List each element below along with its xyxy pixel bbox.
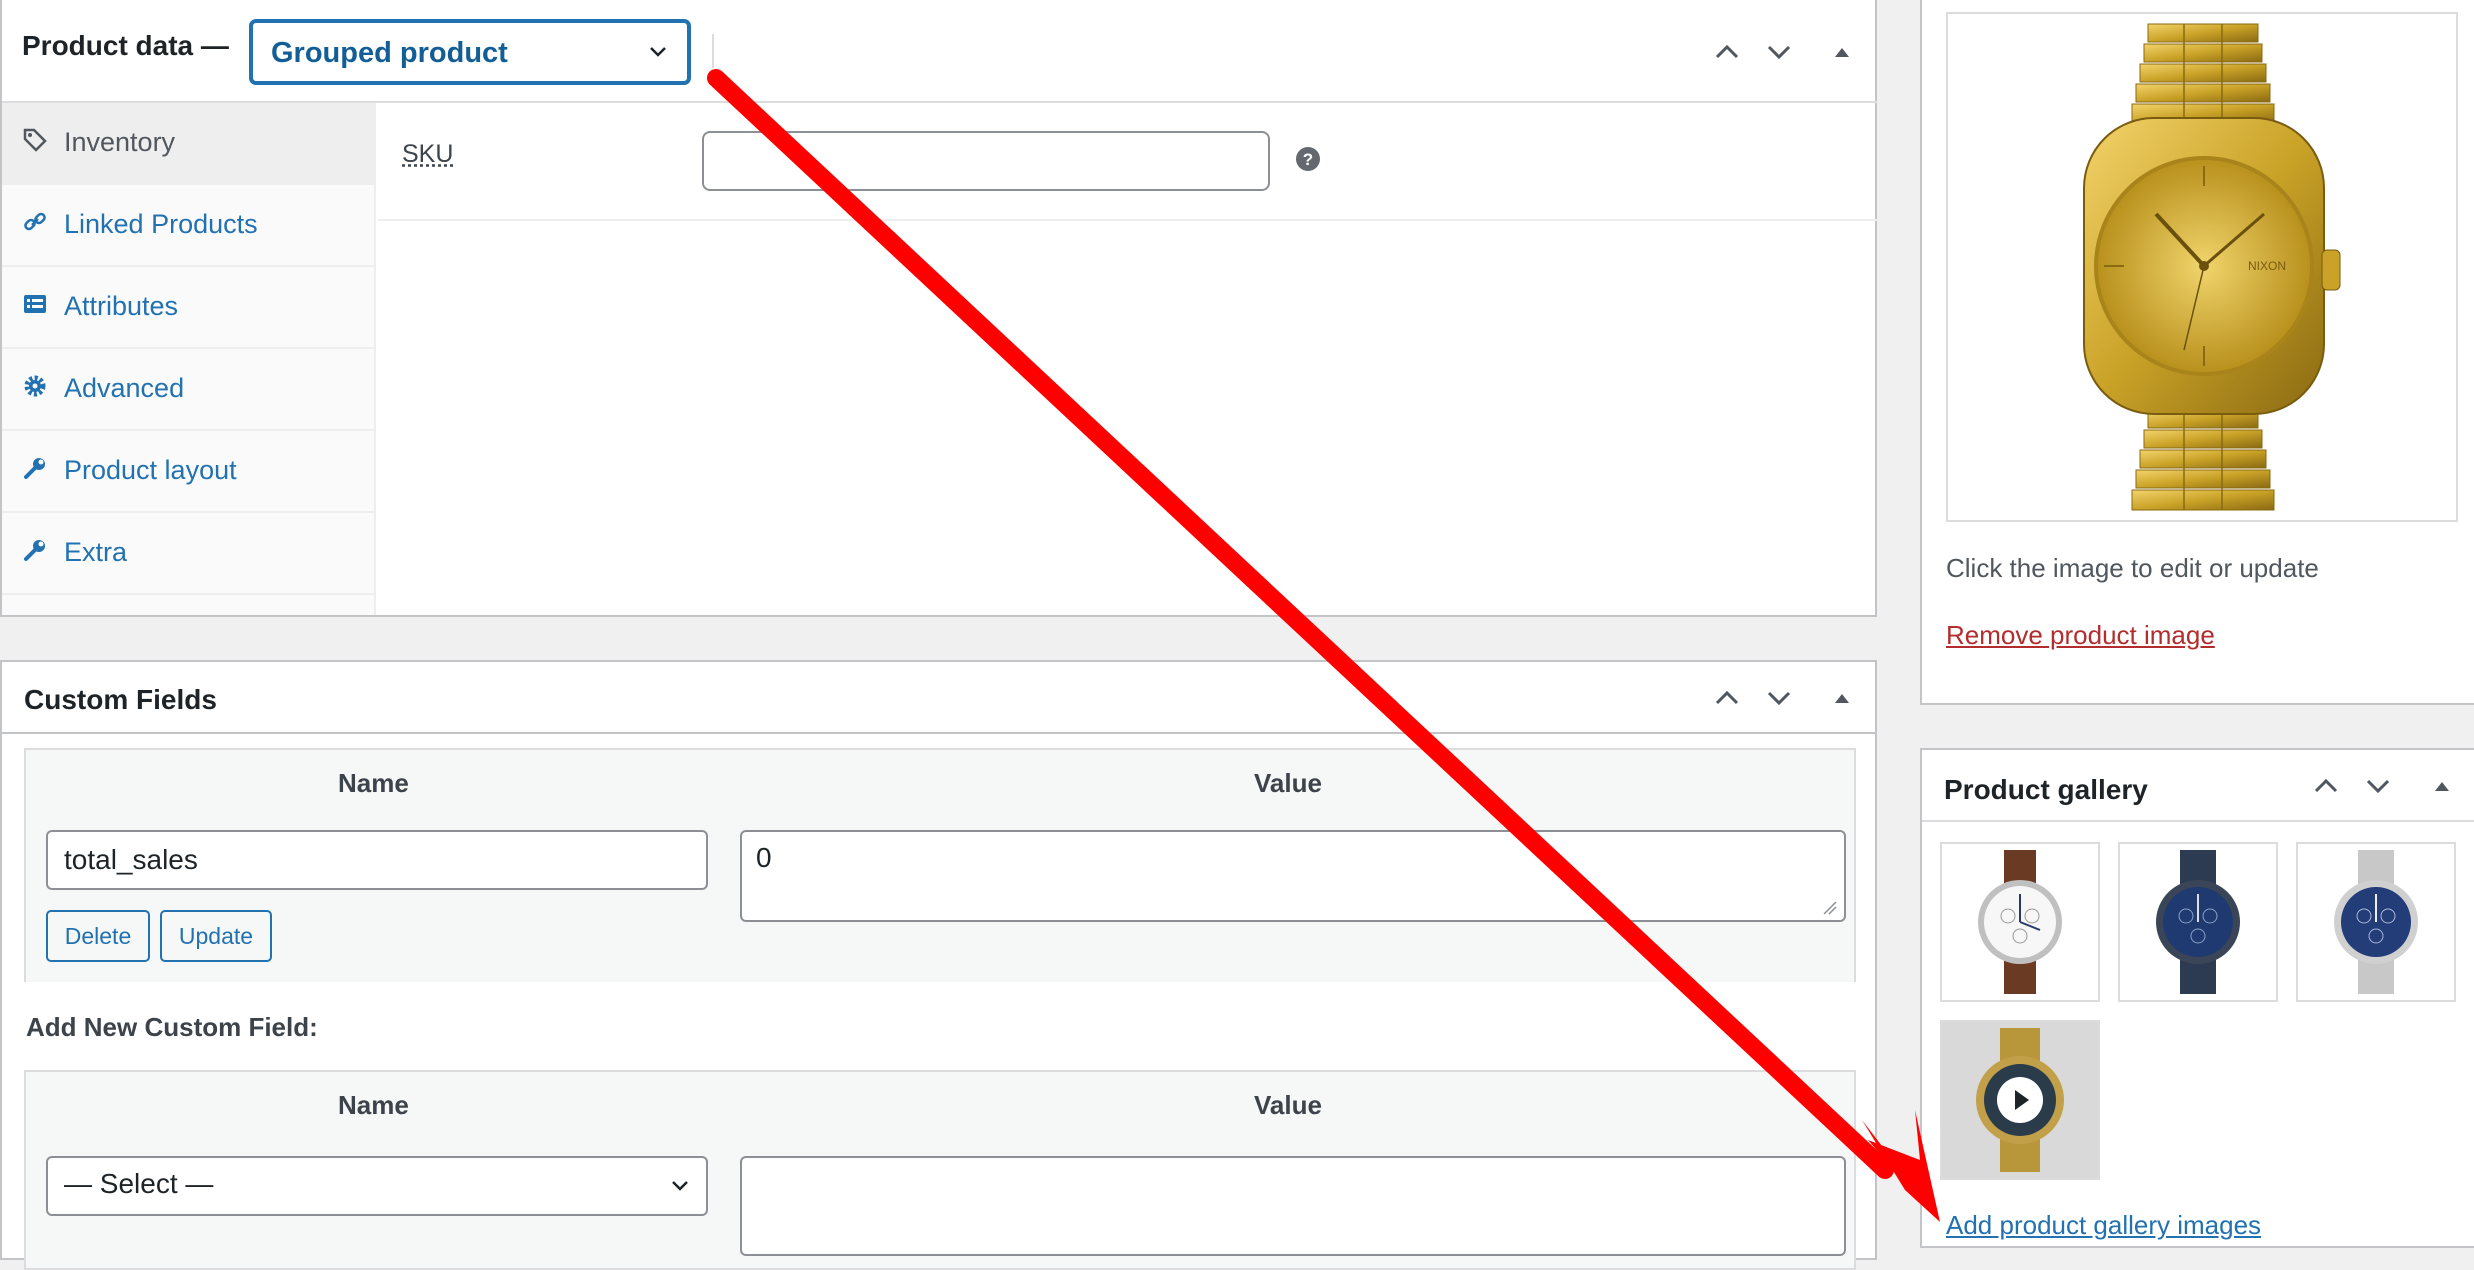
chevron-up-icon <box>1715 44 1739 59</box>
move-up-button[interactable] <box>2306 766 2346 806</box>
triangle-up-icon <box>1835 48 1849 57</box>
list-icon <box>24 295 46 313</box>
update-button[interactable]: Update <box>160 910 272 962</box>
tab-extra[interactable]: Extra <box>2 513 374 595</box>
custom-fields-panel: Custom Fields Name Value 0 Delete Update… <box>0 660 1877 1270</box>
chevron-up-icon <box>2314 778 2338 793</box>
remove-product-image-link[interactable]: Remove product image <box>1946 620 2215 651</box>
custom-fields-header: Custom Fields <box>2 662 1875 734</box>
toggle-panel-button[interactable] <box>1822 678 1862 718</box>
column-header-value: Value <box>1254 768 1322 798</box>
column-header-name: Name <box>338 1090 409 1120</box>
custom-fields-table: Name Value 0 Delete Update <box>24 748 1856 982</box>
question-icon[interactable]: ? <box>1294 145 1322 173</box>
watch-thumbnail-image <box>1978 850 2062 994</box>
product-image-hint: Click the image to edit or update <box>1946 553 2319 583</box>
table-row: 0 Delete Update <box>26 816 1854 982</box>
product-type-value: Grouped product <box>271 37 508 69</box>
tab-advanced[interactable]: Advanced <box>2 349 374 431</box>
move-up-button[interactable] <box>1707 32 1747 72</box>
sku-row: SKU ? <box>378 103 1877 221</box>
tag-icon <box>23 128 47 152</box>
tab-label: Inventory <box>64 127 176 157</box>
gold-watch-image: NIXON <box>2083 23 2341 511</box>
tab-label: Advanced <box>64 373 185 403</box>
select-value: — Select — <box>64 1168 214 1199</box>
tab-inventory[interactable]: Inventory <box>2 103 374 185</box>
wrench-icon <box>24 540 45 561</box>
product-image-box: NIXON Click the image to edit or update … <box>1920 0 2474 705</box>
add-new-custom-field-label: Add New Custom Field: <box>26 1012 318 1042</box>
product-gallery-box: Product gallery Add product gallery imag… <box>1920 748 2474 1248</box>
gear-icon <box>24 375 46 397</box>
tab-label: Extra <box>64 537 128 567</box>
header-divider <box>712 34 714 68</box>
gallery-thumbnail-video[interactable] <box>1940 1020 2100 1180</box>
move-down-button[interactable] <box>1759 678 1799 718</box>
move-down-button[interactable] <box>2358 766 2398 806</box>
wrench-icon <box>24 458 45 479</box>
add-product-gallery-images-link[interactable]: Add product gallery images <box>1946 1210 2261 1241</box>
custom-field-value-text: 0 <box>756 842 772 873</box>
chevron-up-icon <box>1715 690 1739 705</box>
tab-label: Product layout <box>64 455 237 485</box>
new-custom-field-table: Name Value — Select — <box>24 1070 1856 1270</box>
tab-label: Linked Products <box>64 209 258 239</box>
move-down-button[interactable] <box>1759 32 1799 72</box>
move-up-button[interactable] <box>1707 678 1747 718</box>
new-custom-field-value-textarea[interactable] <box>740 1156 1846 1256</box>
chevron-down-icon <box>1767 45 1791 60</box>
watch-thumbnail-image <box>2334 850 2418 994</box>
gallery-thumbnail[interactable] <box>2296 842 2456 1002</box>
chevron-down-icon <box>672 1181 688 1191</box>
product-data-panel: Product data — Grouped product Inventory… <box>0 0 1877 617</box>
tab-linked-products[interactable]: Linked Products <box>2 185 374 267</box>
product-data-title: Product data — <box>22 30 229 61</box>
toggle-panel-button[interactable] <box>2422 766 2462 806</box>
toggle-panel-button[interactable] <box>1822 32 1862 72</box>
link-icon <box>24 212 46 231</box>
triangle-up-icon <box>1835 694 1849 703</box>
gallery-thumbnail[interactable] <box>2118 842 2278 1002</box>
watch-thumbnail-image <box>2156 850 2240 994</box>
chevron-down-icon <box>2366 779 2390 794</box>
tab-label: Attributes <box>64 291 179 321</box>
custom-field-name-input[interactable] <box>46 830 708 890</box>
triangle-up-icon <box>2435 782 2449 791</box>
product-gallery-header: Product gallery <box>1922 750 2474 822</box>
gallery-thumbnail[interactable] <box>1940 842 2100 1002</box>
svg-text:NIXON: NIXON <box>2248 259 2286 273</box>
product-data-header: Product data — Grouped product <box>2 0 1877 103</box>
product-image[interactable]: NIXON <box>1946 12 2458 522</box>
column-header-value: Value <box>1254 1090 1322 1120</box>
tab-product-layout[interactable]: Product layout <box>2 431 374 513</box>
play-icon <box>1997 1077 2043 1123</box>
chevron-down-icon <box>650 47 666 57</box>
sku-input[interactable] <box>702 131 1270 191</box>
product-gallery-title: Product gallery <box>1944 774 2148 805</box>
tab-attributes[interactable]: Attributes <box>2 267 374 349</box>
product-type-select[interactable]: Grouped product <box>250 20 690 84</box>
delete-button[interactable]: Delete <box>46 910 150 962</box>
svg-text:?: ? <box>1303 150 1313 169</box>
resize-grip-icon[interactable] <box>1820 898 1838 916</box>
chevron-down-icon <box>1767 691 1791 706</box>
product-data-tabs: Inventory Linked Products Attributes Adv… <box>2 103 376 615</box>
sku-label: SKU <box>402 140 454 168</box>
column-header-name: Name <box>338 768 409 798</box>
custom-field-key-select[interactable]: — Select — <box>46 1156 708 1216</box>
custom-field-value-textarea[interactable]: 0 <box>740 830 1846 922</box>
custom-fields-title: Custom Fields <box>24 684 217 715</box>
